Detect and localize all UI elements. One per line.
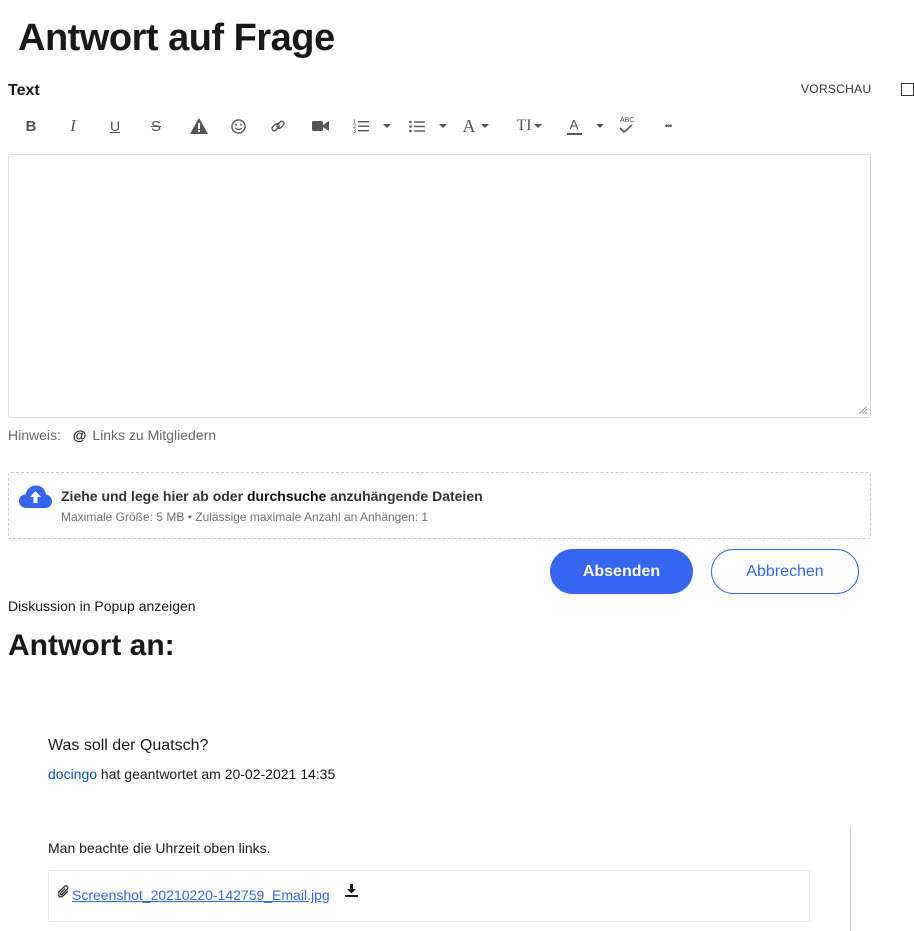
font-size-dropdown[interactable] [534, 124, 542, 128]
cancel-button[interactable]: Abbrechen [711, 549, 859, 594]
post-meta: docingo hat geantwortet am 20-02-2021 14… [48, 766, 335, 782]
open-discussion-popup-link[interactable]: Diskussion in Popup anzeigen [8, 598, 196, 614]
font-color-icon: A [569, 116, 579, 132]
italic-button[interactable]: I [64, 114, 82, 138]
font-family-dropdown[interactable] [481, 124, 489, 128]
post-meta-text: hat geantwortet am [97, 766, 225, 782]
download-icon[interactable] [345, 884, 358, 897]
font-icon: A [462, 115, 476, 136]
font-size-button[interactable]: TI [514, 114, 534, 138]
warning-icon [190, 118, 208, 134]
strikethrough-button[interactable]: S [147, 114, 165, 138]
bold-button[interactable]: B [22, 114, 40, 138]
spoiler-button[interactable] [189, 114, 209, 138]
strikethrough-icon: S [150, 117, 161, 135]
dropzone-text-after: anzuhängende Dateien [326, 488, 483, 504]
bullet-list-icon [409, 120, 425, 132]
more-button[interactable]: ••• [658, 114, 678, 138]
emoji-button[interactable] [229, 114, 247, 138]
dropzone-title: Ziehe und lege hier ab oder durchsuche a… [61, 488, 483, 504]
spellcheck-icon: ABC [619, 117, 635, 135]
resize-grip-icon[interactable] [859, 406, 867, 414]
cloud-upload-icon [19, 485, 52, 508]
preview-checkbox[interactable] [901, 83, 914, 96]
font-color-swatch [566, 132, 582, 135]
link-icon [271, 120, 285, 132]
submit-button[interactable]: Absenden [550, 549, 693, 594]
font-size-icon: TI [516, 117, 532, 134]
attachment-link[interactable]: Screenshot_20210220-142759_Email.jpg [72, 887, 330, 903]
font-family-button[interactable]: A [460, 114, 478, 138]
underline-button[interactable]: U [106, 114, 124, 138]
post-body: Man beachte die Uhrzeit oben links. [48, 840, 271, 856]
post-date: 20-02-2021 14:35 [224, 766, 336, 782]
reply-to-heading: Antwort an: [8, 629, 175, 662]
browse-link[interactable]: durchsuche [247, 488, 326, 504]
hint-label: Hinweis: [8, 427, 61, 443]
link-button[interactable] [269, 114, 287, 138]
paperclip-icon [58, 885, 69, 898]
numbered-list-dropdown[interactable] [383, 124, 391, 128]
post-title: Was soll der Quatsch? [48, 737, 209, 754]
page-title: Antwort auf Frage [18, 17, 335, 59]
video-icon [311, 121, 329, 131]
font-color-dropdown[interactable] [596, 124, 604, 128]
upload-limits: Maximale Größe: 5 MB • Zulässige maximal… [61, 510, 429, 524]
video-button[interactable] [310, 114, 330, 138]
bold-icon: B [25, 117, 37, 135]
underline-icon: U [109, 118, 121, 134]
author-link[interactable]: docingo [48, 766, 97, 782]
italic-icon: I [70, 116, 76, 135]
editor-hint: Hinweis: @ Links zu Mitgliedern [8, 427, 216, 443]
more-icon: ••• [664, 121, 673, 131]
smiley-icon [230, 118, 246, 134]
spellcheck-button[interactable]: ABC [618, 114, 636, 138]
attachment-dropzone[interactable]: Ziehe und lege hier ab oder durchsuche a… [8, 472, 871, 539]
svg-text:3: 3 [353, 129, 356, 134]
font-color-button[interactable]: A [566, 114, 582, 138]
hint-text: Links zu Mitgliedern [92, 427, 217, 443]
message-editor[interactable] [8, 154, 871, 418]
mention-icon: @ [72, 427, 87, 443]
bullet-list-button[interactable] [408, 114, 426, 138]
attachment-box: Screenshot_20210220-142759_Email.jpg [48, 870, 810, 922]
dropzone-text-before: Ziehe und lege hier ab oder [61, 488, 247, 504]
preview-label[interactable]: VORSCHAU [801, 82, 871, 96]
text-field-label: Text [8, 82, 40, 99]
numbered-list-icon: 123 [353, 120, 369, 134]
numbered-list-button[interactable]: 123 [352, 114, 370, 138]
thread-divider [850, 826, 851, 931]
bullet-list-dropdown[interactable] [439, 124, 447, 128]
